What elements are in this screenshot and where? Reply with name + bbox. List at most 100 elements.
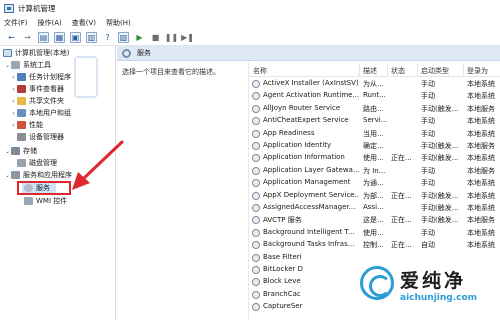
export-list-icon[interactable]: ▥ bbox=[86, 32, 97, 43]
service-startup-type: 手动 bbox=[421, 228, 435, 237]
service-name: ActiveX Installer (AxInstSV) bbox=[263, 79, 359, 87]
chevron-down-icon[interactable]: ⌄ bbox=[4, 62, 11, 69]
service-startup-type: 手动(触发... bbox=[421, 204, 459, 212]
pane-title: 服务 bbox=[137, 49, 151, 57]
chevron-right-icon[interactable]: › bbox=[10, 122, 17, 129]
users-icon bbox=[17, 109, 26, 117]
refresh-icon[interactable]: ▣ bbox=[70, 32, 81, 43]
service-name: AllJoyn Router Service bbox=[263, 103, 341, 112]
table-row[interactable]: AssignedAccessManager... Assi... 手动(触发... 本… bbox=[249, 202, 500, 214]
chevron-right-icon[interactable]: › bbox=[10, 98, 17, 105]
table-row[interactable]: Background Tasks Infras... 控制... 正在... 自动 本地… bbox=[249, 239, 500, 251]
column-divider[interactable] bbox=[463, 63, 464, 77]
table-row[interactable]: App Readiness 当用... 手动 本地系统 bbox=[249, 128, 500, 140]
table-row[interactable]: Application Management 为通... 手动 本地系统 bbox=[249, 177, 500, 189]
tree-item-task-scheduler[interactable]: › 任务计划程序 bbox=[10, 71, 71, 83]
service-startup-type: 手动 bbox=[421, 129, 435, 138]
properties-icon[interactable]: ▧ bbox=[118, 32, 129, 43]
service-logon-as: 本地系统 bbox=[467, 129, 495, 138]
service-gear-icon bbox=[252, 241, 260, 250]
table-row[interactable]: AllJoyn Router Service 路由... 手动(触发... 本地服务 bbox=[249, 103, 500, 115]
table-row[interactable]: Application Identity 确定... 手动(触发... 本地服务 bbox=[249, 140, 500, 152]
column-logon-as[interactable]: 登录为 bbox=[467, 66, 488, 76]
show-hide-tree-icon[interactable]: ▦ bbox=[54, 32, 65, 43]
computer-icon bbox=[3, 49, 12, 57]
service-gear-icon bbox=[252, 253, 260, 262]
table-row[interactable]: Application Layer Gatewa... 为 In... 手动 本地服务 bbox=[249, 165, 500, 177]
menu-help[interactable]: 帮助(H) bbox=[106, 18, 131, 28]
folder-icon bbox=[17, 97, 26, 105]
table-row[interactable]: Application Information 使用... 正在... 手动(触发..… bbox=[249, 152, 500, 164]
table-row[interactable]: AVCTP 服务 这是... 正在... 手动(触发... 本地服务 bbox=[249, 214, 500, 226]
tree-item-services-apps[interactable]: ⌄ 服务和应用程序 bbox=[4, 169, 72, 181]
service-status: 正在... bbox=[391, 241, 412, 250]
tree-item-label: 任务计划程序 bbox=[29, 73, 71, 81]
service-description: 为 In... bbox=[363, 166, 386, 175]
stop-icon[interactable]: ■ bbox=[150, 32, 161, 43]
service-startup-type: 手动 bbox=[421, 117, 435, 126]
service-startup-type: 手动(触发... bbox=[421, 104, 459, 113]
services-column-headers: 名称 描述 状态 启动类型 登录为 bbox=[249, 63, 500, 77]
chevron-right-icon[interactable]: › bbox=[10, 86, 17, 93]
chevron-down-icon[interactable]: ⌄ bbox=[4, 148, 11, 155]
service-gear-icon bbox=[252, 303, 260, 312]
service-name: BitLocker D bbox=[263, 265, 304, 273]
tree-item-storage[interactable]: ⌄ 存储 bbox=[4, 145, 37, 157]
tree-item-performance[interactable]: › 性能 bbox=[10, 119, 43, 131]
chevron-right-icon[interactable]: › bbox=[10, 74, 17, 81]
service-name: Block Leve bbox=[263, 277, 301, 286]
tree-item-wmi[interactable]: WMI 控件 bbox=[24, 195, 67, 207]
tree-item-event-viewer[interactable]: › 事件查看器 bbox=[10, 83, 64, 95]
tree-item-disk-management[interactable]: 磁盘管理 bbox=[17, 157, 57, 169]
highlight-box bbox=[17, 181, 71, 195]
tree-root-label: 计算机管理(本地) bbox=[15, 49, 70, 57]
column-status[interactable]: 状态 bbox=[391, 66, 405, 76]
table-row[interactable]: Agent Activation Runtime... Runt... 手动 本地系统 bbox=[249, 90, 500, 102]
table-row[interactable]: Background Intelligent T... 使用... 手动 本地系统 bbox=[249, 227, 500, 239]
service-logon-as: 本地服务 bbox=[467, 216, 495, 225]
service-logon-as: 本地系统 bbox=[467, 179, 495, 188]
column-divider[interactable] bbox=[387, 63, 388, 77]
up-folder-icon[interactable]: ▤ bbox=[38, 32, 49, 43]
table-row[interactable]: AppX Deployment Service... 为部... 正在... 手动(触… bbox=[249, 190, 500, 202]
chevron-down-icon[interactable]: ⌄ bbox=[4, 172, 11, 179]
wmi-icon bbox=[24, 197, 33, 205]
column-name[interactable]: 名称 bbox=[253, 66, 267, 76]
pane-header: 服务 bbox=[117, 46, 500, 61]
restart-icon[interactable]: ▶❚ bbox=[181, 32, 194, 43]
service-name: App Readiness bbox=[263, 128, 315, 137]
service-startup-type: 手动(触发... bbox=[421, 142, 459, 150]
tree-item-label: 存储 bbox=[23, 147, 37, 155]
tree-root[interactable]: 计算机管理(本地) bbox=[3, 47, 69, 59]
back-arrow-icon[interactable]: ← bbox=[6, 32, 17, 43]
tree-item-local-users[interactable]: › 本地用户和组 bbox=[10, 107, 71, 119]
service-description: Assi... bbox=[363, 203, 384, 211]
gear-icon bbox=[122, 48, 131, 58]
tree-item-device-manager[interactable]: 设备管理器 bbox=[17, 131, 64, 143]
tree-item-shared-folders[interactable]: › 共享文件夹 bbox=[10, 95, 64, 107]
menu-view[interactable]: 查看(V) bbox=[72, 18, 96, 28]
service-startup-type: 手动(触发... bbox=[421, 154, 459, 163]
column-divider[interactable] bbox=[417, 63, 418, 77]
help-icon[interactable]: ? bbox=[102, 32, 113, 43]
description-text: 选择一个项目来查看它的描述。 bbox=[122, 68, 220, 76]
tree-item-label: 磁盘管理 bbox=[29, 159, 57, 167]
column-description[interactable]: 描述 bbox=[363, 66, 377, 76]
service-gear-icon bbox=[252, 228, 260, 237]
tree-item-label: 设备管理器 bbox=[29, 133, 64, 141]
forward-arrow-icon[interactable]: → bbox=[22, 32, 33, 43]
play-icon[interactable]: ▶ bbox=[134, 32, 145, 43]
service-name: AVCTP 服务 bbox=[263, 216, 302, 225]
column-divider[interactable] bbox=[359, 63, 360, 77]
pause-icon[interactable]: ❚❚ bbox=[165, 32, 178, 43]
table-row[interactable]: ActiveX Installer (AxInstSV) 为从... 手动 本地系统 bbox=[249, 78, 500, 90]
tree-item-label: 共享文件夹 bbox=[29, 97, 64, 105]
chevron-right-icon[interactable]: › bbox=[10, 110, 17, 117]
menu-action[interactable]: 操作(A) bbox=[38, 18, 62, 28]
menu-file[interactable]: 文件(F) bbox=[4, 18, 28, 28]
clock-icon bbox=[17, 73, 26, 81]
column-startup-type[interactable]: 启动类型 bbox=[421, 66, 449, 76]
watermark-cn: 爱纯净 bbox=[400, 270, 467, 292]
tree-item-system-tools[interactable]: ⌄ 系统工具 bbox=[4, 59, 51, 71]
table-row[interactable]: AntiCheatExpert Service Servi... 手动 本地系统 bbox=[249, 115, 500, 127]
